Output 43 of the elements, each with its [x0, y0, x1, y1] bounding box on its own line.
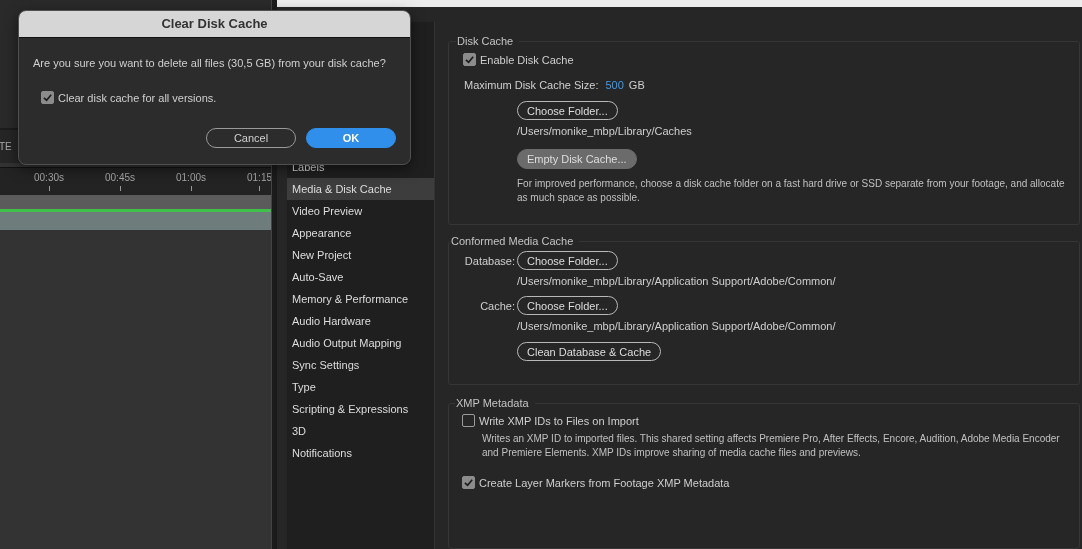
- timeline-ruler[interactable]: 00:30s 00:45s 01:00s 01:15: [0, 167, 271, 195]
- sidebar-item[interactable]: Sync Settings: [287, 354, 434, 376]
- checkbox-label: Clear disk cache for all versions.: [58, 91, 217, 104]
- checkbox[interactable]: [462, 476, 475, 489]
- timecode-label: 01:00s: [176, 172, 206, 183]
- sidebar-item[interactable]: Auto-Save: [287, 266, 434, 288]
- sidebar-item[interactable]: Audio Hardware: [287, 310, 434, 332]
- checkbox[interactable]: [463, 53, 476, 66]
- group-title: Conformed Media Cache: [450, 235, 575, 247]
- checkbox-label: Enable Disk Cache: [480, 53, 574, 66]
- folder-path: /Users/monike_mbp/Library/Caches: [517, 125, 692, 137]
- description-text: Writes an XMP ID to imported files. This shared setting affects Premiere Pro, After Effects, Encore, Audition, Adobe Media Encoder and Premiere Elements. XMP IDs improve sharing of media cache files and previews.: [481, 432, 1061, 460]
- sidebar-item[interactable]: Scripting & Expressions: [287, 398, 434, 420]
- sidebar-item[interactable]: New Project: [287, 244, 434, 266]
- checkbox[interactable]: [41, 91, 54, 104]
- group-title: Disk Cache: [456, 35, 515, 47]
- dialog-message: Are you sure you want to delete all files (30,5 GB) from your disk cache?: [33, 57, 387, 69]
- size-value[interactable]: 500: [605, 79, 624, 91]
- timecode-label: 00:45s: [105, 172, 135, 183]
- hint-text: For improved performance, choose a disk cache folder on a fast hard drive or SSD separate from your footage, and allocate as much space as possible.: [517, 177, 1066, 205]
- sidebar-item[interactable]: Audio Output Mapping: [287, 332, 434, 354]
- checkbox-label: Write XMP IDs to Files on Import: [479, 414, 639, 427]
- checkbox-label: Create Layer Markers from Footage XMP Metadata: [479, 476, 730, 489]
- field-label: Database:: [463, 254, 516, 267]
- field-label: Cache:: [479, 299, 516, 312]
- sidebar-item[interactable]: Video Preview: [287, 200, 434, 222]
- folder-path: /Users/monike_mbp/Library/Application Support/Adobe/Common/: [516, 275, 837, 287]
- empty-cache-button[interactable]: Empty Disk Cache...: [517, 149, 637, 169]
- unit-label: GB: [628, 79, 645, 91]
- group-title: XMP Metadata: [455, 397, 530, 409]
- checkbox[interactable]: [462, 414, 475, 427]
- folder-path: /Users/monike_mbp/Library/Application Support/Adobe/Common/: [516, 320, 837, 332]
- sidebar-item[interactable]: Type: [287, 376, 434, 398]
- field-label: Maximum Disk Cache Size:: [464, 79, 599, 91]
- timecode-label: 01:15: [247, 172, 273, 183]
- sidebar-item[interactable]: Notifications: [287, 442, 434, 464]
- sidebar-item[interactable]: Memory & Performance: [287, 288, 434, 310]
- timecode-label: 00:30s: [34, 172, 64, 183]
- sidebar-item[interactable]: Appearance: [287, 222, 434, 244]
- sidebar-item[interactable]: Media & Disk Cache: [287, 178, 434, 200]
- dialog-title: Clear Disk Cache: [19, 11, 410, 38]
- tab-label[interactable]: TE: [0, 141, 12, 152]
- sidebar-item[interactable]: 3D: [287, 420, 434, 442]
